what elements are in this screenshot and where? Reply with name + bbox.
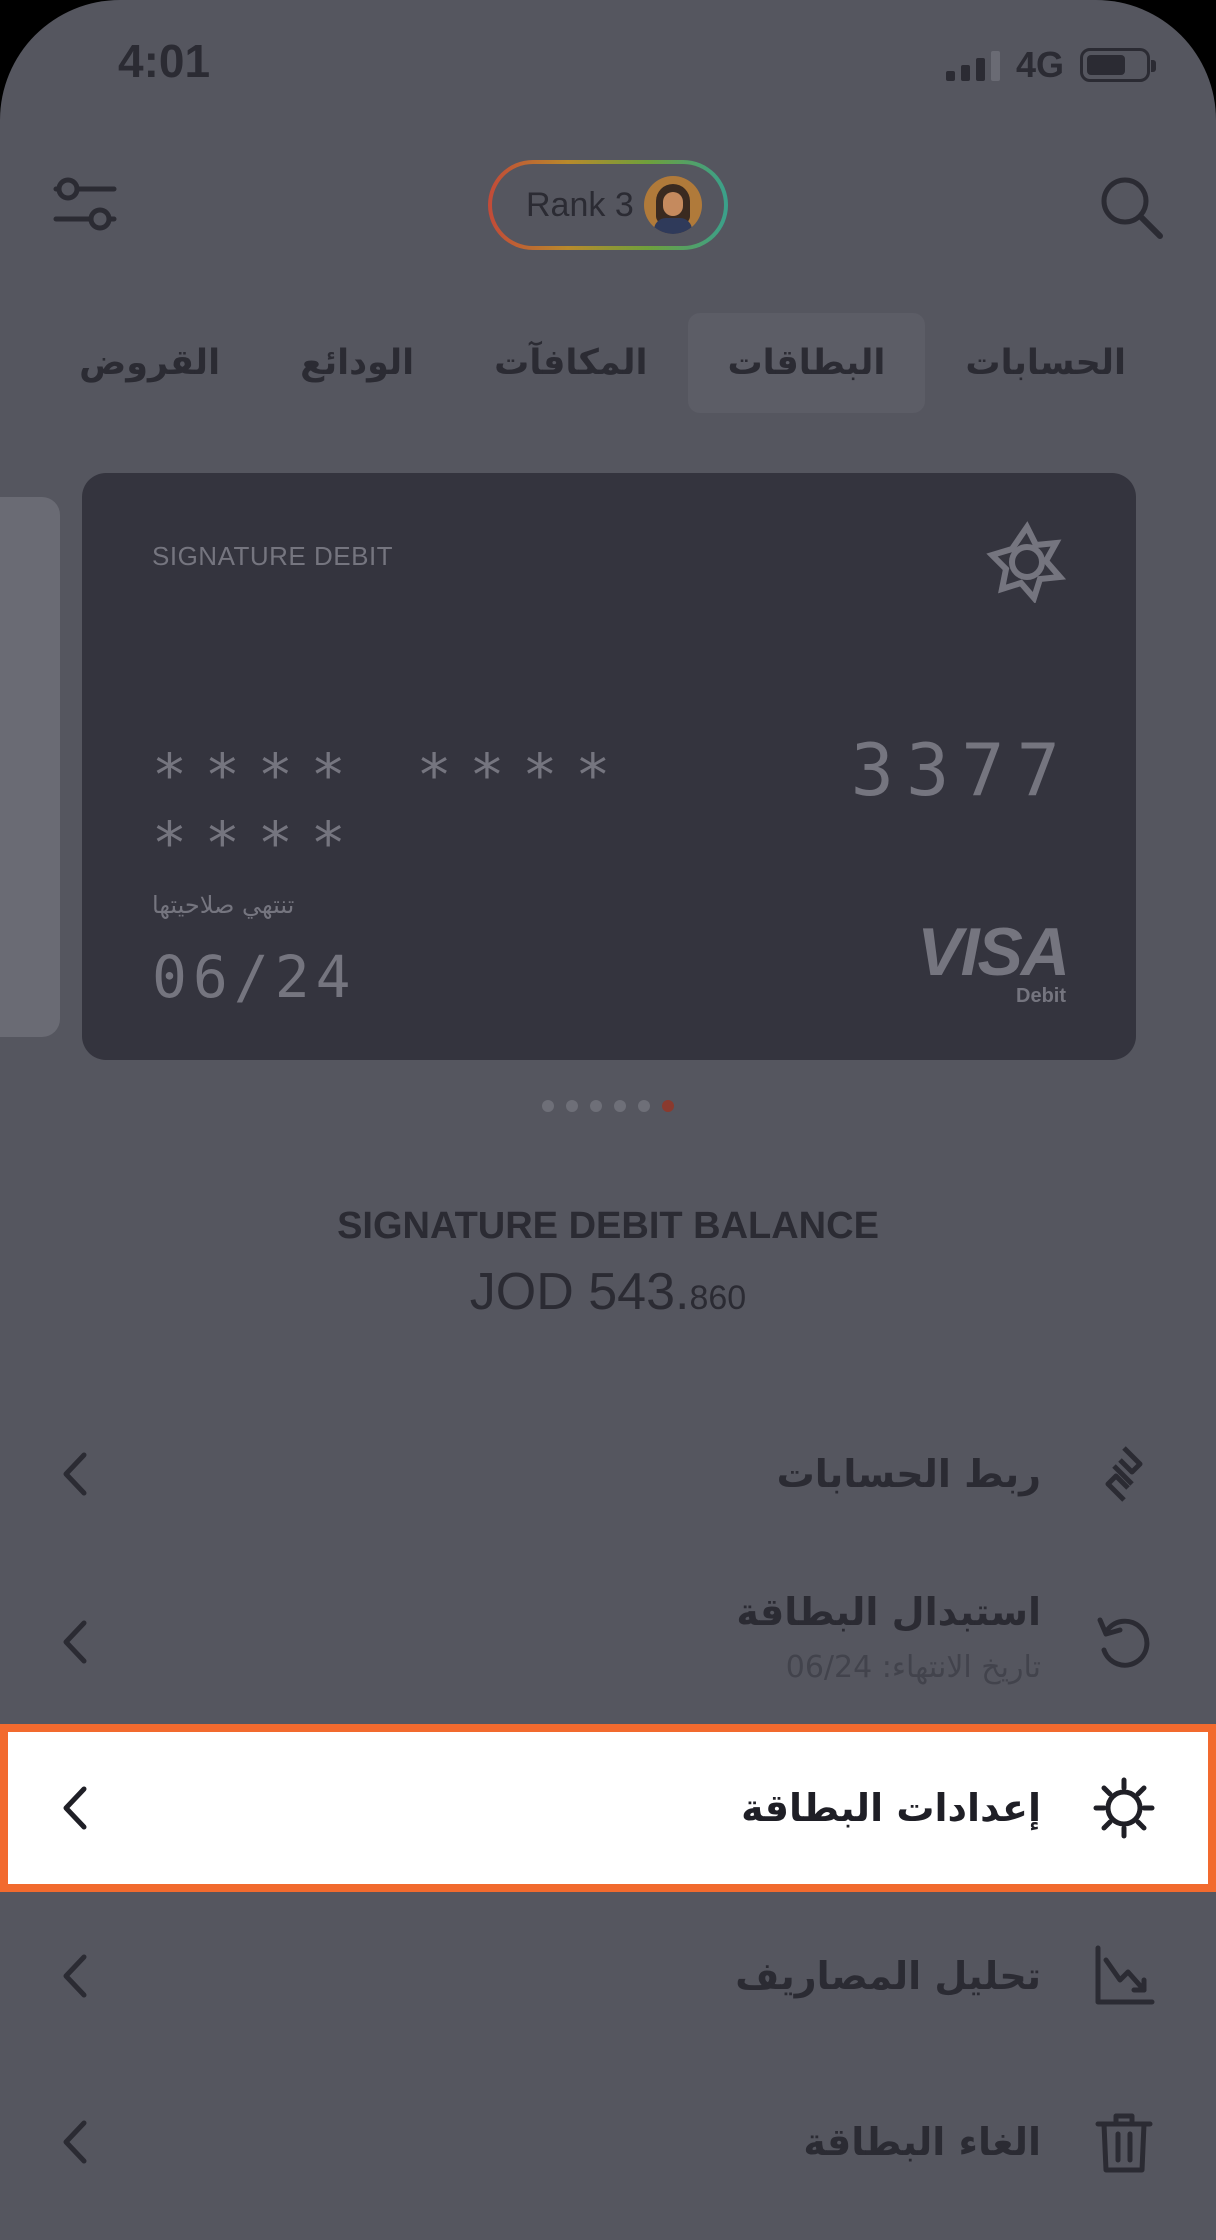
adjacent-card[interactable]	[0, 497, 60, 1037]
tab-bar: الحسابات البطاقات المكافآت الودائع القرو…	[50, 305, 1166, 420]
menu-item-cancel-card[interactable]: الغاء البطاقة	[0, 2058, 1216, 2226]
balance-main: JOD 543.	[469, 1263, 690, 1321]
chevron-left-icon	[58, 1951, 92, 2001]
status-indicators: 4G	[945, 44, 1156, 86]
pagination-dot[interactable]	[590, 1100, 602, 1112]
pagination-dot[interactable]	[638, 1100, 650, 1112]
menu-item-link-accounts[interactable]: ربط الحسابات	[0, 1390, 1216, 1558]
menu-item-label: إعدادات البطاقة	[741, 1786, 1041, 1830]
filter-sliders-icon[interactable]	[50, 175, 120, 235]
avatar	[643, 176, 702, 234]
debit-card[interactable]: SIGNATURE DEBIT **** **** **** 3377 تنته…	[82, 473, 1136, 1060]
chevron-left-icon	[58, 1617, 92, 1667]
expiry-date: 06/24	[152, 943, 357, 1011]
signal-icon	[945, 49, 1000, 81]
chart-trend-icon	[1092, 1944, 1156, 2008]
card-number: **** **** **** 3377	[152, 728, 1072, 877]
pagination-dot[interactable]	[542, 1100, 554, 1112]
gear-icon	[1092, 1776, 1156, 1840]
menu-item-label: ربط الحسابات	[776, 1452, 1041, 1496]
rank-label: Rank 3	[526, 185, 634, 224]
search-icon[interactable]	[1096, 172, 1166, 242]
link-accounts-icon	[1092, 1442, 1156, 1506]
chevron-left-icon	[58, 1449, 92, 1499]
menu-item-label: استبدال البطاقة	[736, 1590, 1041, 1634]
balance-fraction: 860	[689, 1279, 747, 1317]
network-type: 4G	[1015, 44, 1064, 85]
card-last4: 3377	[850, 728, 1072, 812]
chevron-left-icon	[58, 2117, 92, 2167]
menu-item-sublabel: تاريخ الانتهاء: 06/24	[785, 1650, 1041, 1685]
pagination-dot-active[interactable]	[662, 1100, 674, 1112]
rank-badge[interactable]: Rank 3	[488, 160, 728, 250]
chevron-left-icon	[58, 1783, 92, 1833]
menu-item-card-settings[interactable]: إعدادات البطاقة	[0, 1724, 1216, 1892]
menu-item-label: الغاء البطاقة	[803, 2120, 1041, 2164]
visa-logo: VISA	[917, 914, 1070, 990]
battery-icon	[1080, 48, 1156, 82]
pagination-dot[interactable]	[566, 1100, 578, 1112]
carousel-pagination	[0, 1100, 1216, 1112]
tab-accounts[interactable]: الحسابات	[925, 313, 1166, 413]
app-screen: 4:01 4G Rank 3 الحسابات البطاقات المكافآ…	[0, 0, 1216, 2240]
pagination-dot[interactable]	[614, 1100, 626, 1112]
tab-deposits[interactable]: الودائع	[260, 313, 454, 413]
balance-amount: JOD 543.860	[0, 1262, 1216, 1322]
tab-loans[interactable]: القروض	[39, 313, 260, 413]
masked-digits: **** **** ****	[152, 741, 629, 877]
tab-rewards[interactable]: المكافآت	[454, 313, 687, 413]
menu-item-replace-card[interactable]: استبدال البطاقة تاريخ الانتهاء: 06/24	[0, 1558, 1216, 1726]
card-type-label: SIGNATURE DEBIT	[152, 541, 394, 571]
status-time: 4:01	[118, 35, 211, 87]
tab-cards[interactable]: البطاقات	[687, 312, 926, 413]
bank-logo-icon	[986, 521, 1068, 605]
expiry-label: تنتهي صلاحيتها	[152, 891, 295, 919]
replace-refresh-icon	[1092, 1610, 1156, 1674]
visa-debit-label: Debit	[1016, 985, 1066, 1007]
balance-title: SIGNATURE DEBIT BALANCE	[337, 1205, 879, 1247]
menu-item-spending-analysis[interactable]: تحليل المصاريف	[0, 1892, 1216, 2060]
trash-icon	[1092, 2110, 1156, 2174]
menu-item-label: تحليل المصاريف	[735, 1954, 1041, 1998]
